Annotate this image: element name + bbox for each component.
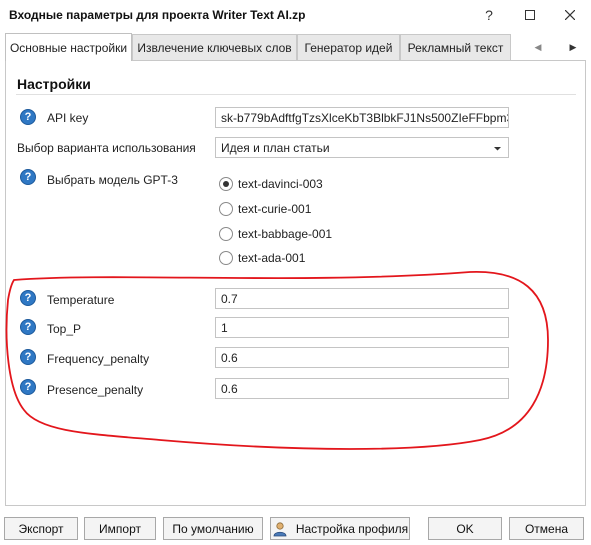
help-button[interactable]: ?: [476, 4, 502, 26]
usage-variant-value: Идея и план статьи: [221, 140, 330, 155]
button-label: По умолчанию: [172, 521, 254, 536]
import-button[interactable]: Импорт: [84, 517, 156, 540]
usage-variant-select[interactable]: Идея и план статьи: [215, 137, 509, 158]
tab-idea-generator[interactable]: Генератор идей: [297, 34, 400, 60]
top-p-label: Top_P: [47, 322, 82, 336]
radio-text-davinci-003[interactable]: text-davinci-003: [219, 177, 323, 191]
triangle-right-icon: ▶: [569, 41, 577, 52]
help-icon[interactable]: ?: [20, 290, 36, 306]
button-label: Импорт: [99, 521, 141, 536]
maximize-button[interactable]: [517, 4, 543, 26]
ok-button[interactable]: OK: [428, 517, 502, 540]
button-label: OK: [456, 521, 474, 536]
radio-text-curie-001[interactable]: text-curie-001: [219, 202, 311, 216]
close-icon: [565, 10, 575, 20]
radio-indicator: [219, 251, 233, 265]
tab-main-settings[interactable]: Основные настройки: [5, 33, 132, 61]
radio-indicator: [219, 227, 233, 241]
presence-penalty-label: Presence_penalty: [47, 383, 144, 397]
tab-keyword-extraction[interactable]: Извлечение ключевых слов: [132, 34, 297, 60]
frequency-penalty-label: Frequency_penalty: [47, 352, 150, 366]
profile-settings-button[interactable]: Настройка профиля: [270, 517, 410, 540]
section-title: Настройки: [17, 76, 91, 92]
help-question-icon: ?: [485, 7, 493, 23]
button-label: Отмена: [524, 521, 569, 536]
title-bar: Входные параметры для проекта Writer Tex…: [0, 0, 591, 30]
chevron-down-icon: [494, 147, 501, 151]
close-button[interactable]: [557, 4, 583, 26]
presence-penalty-input[interactable]: 0.6: [215, 378, 509, 399]
help-icon[interactable]: ?: [20, 379, 36, 395]
help-icon[interactable]: ?: [20, 169, 36, 185]
maximize-icon: [525, 10, 535, 20]
api-key-label: API key: [47, 111, 89, 125]
radio-label: text-ada-001: [238, 251, 306, 265]
radio-text-ada-001[interactable]: text-ada-001: [219, 251, 305, 265]
default-button[interactable]: По умолчанию: [163, 517, 263, 540]
frequency-penalty-input[interactable]: 0.6: [215, 347, 509, 368]
button-label: Экспорт: [18, 521, 64, 536]
window-title: Входные параметры для проекта Writer Tex…: [9, 8, 306, 22]
radio-selected-indicator: [219, 177, 233, 191]
help-icon[interactable]: ?: [20, 109, 36, 125]
radio-text-babbage-001[interactable]: text-babbage-001: [219, 227, 332, 241]
tab-scroll-right-button[interactable]: ▶: [560, 37, 586, 57]
tab-scroll-left-button[interactable]: ◀: [525, 37, 551, 57]
help-icon[interactable]: ?: [20, 349, 36, 365]
section-divider: [16, 94, 576, 95]
temperature-label: Temperature: [47, 293, 115, 307]
radio-label: text-davinci-003: [238, 177, 323, 191]
button-label: Настройка профиля: [295, 521, 409, 536]
cancel-button[interactable]: Отмена: [509, 517, 584, 540]
tab-bar: Основные настройки Извлечение ключевых с…: [0, 33, 591, 61]
radio-label: text-babbage-001: [238, 227, 333, 241]
top-p-input[interactable]: 1: [215, 317, 509, 338]
usage-variant-label: Выбор варианта использования: [17, 141, 196, 155]
export-button[interactable]: Экспорт: [4, 517, 78, 540]
api-key-input[interactable]: sk-b779bAdftfgTzsXlceKbT3BlbkFJ1Ns500ZIe…: [215, 107, 509, 128]
help-icon[interactable]: ?: [20, 319, 36, 335]
radio-indicator: [219, 202, 233, 216]
tab-label: Извлечение ключевых слов: [137, 40, 292, 55]
user-profile-icon: [273, 521, 287, 536]
tab-label: Генератор идей: [304, 40, 393, 55]
tab-label: Рекламный текст: [407, 40, 504, 55]
temperature-input[interactable]: 0.7: [215, 288, 509, 309]
radio-label: text-curie-001: [238, 202, 312, 216]
tab-ad-text[interactable]: Рекламный текст: [400, 34, 511, 60]
triangle-left-icon: ◀: [534, 41, 542, 52]
model-label: Выбрать модель GPT-3: [47, 173, 178, 187]
tab-label: Основные настройки: [9, 40, 128, 55]
